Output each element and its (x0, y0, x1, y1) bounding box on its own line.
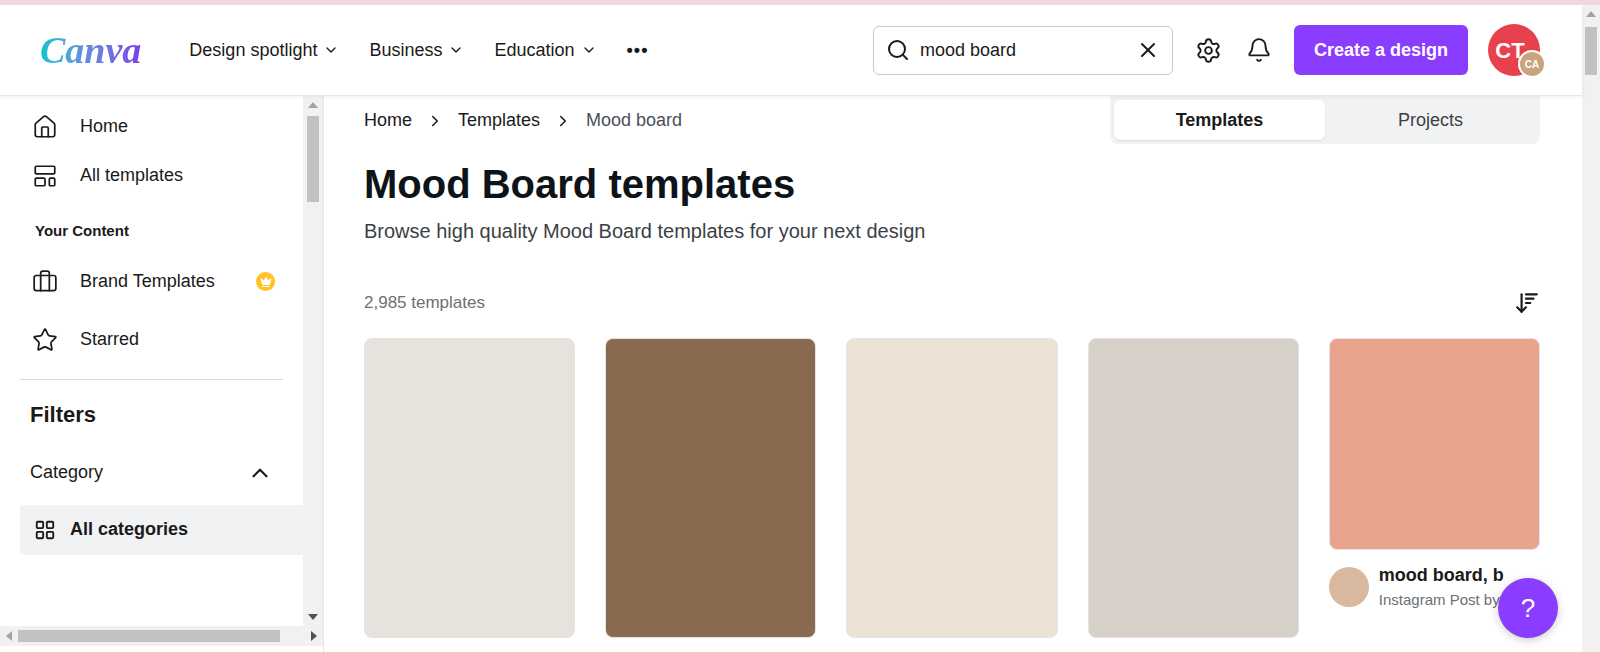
category-header[interactable]: Category (0, 451, 303, 495)
sidebar-item[interactable]: Starred (20, 311, 283, 369)
home-icon (32, 114, 58, 140)
page-scrollbar[interactable] (1582, 5, 1600, 652)
main-nav: Design spotlight Business Education ••• (189, 37, 648, 64)
help-button[interactable]: ? (1498, 578, 1558, 638)
team-badge: CA (1518, 50, 1546, 78)
template-card[interactable] (1088, 338, 1299, 638)
chevron-down-icon (448, 42, 464, 58)
author-avatar[interactable] (1329, 567, 1369, 607)
sidebar-item[interactable]: Brand Templates (20, 253, 283, 311)
view-tabs: TemplatesProjects (1110, 96, 1540, 144)
templates-icon (32, 163, 58, 189)
template-title[interactable]: mood board, b (1379, 562, 1504, 589)
divider (20, 379, 283, 380)
sidebar-content: HomeAll templatesYour ContentBrand Templ… (0, 96, 303, 626)
brand-icon (32, 269, 58, 295)
chevron-right-icon (426, 112, 444, 130)
template-preview[interactable] (846, 338, 1057, 638)
sidebar-item[interactable]: All templates (20, 151, 283, 200)
body: HomeAll templatesYour ContentBrand Templ… (0, 96, 1582, 652)
nav-item[interactable]: Business (369, 37, 464, 64)
sort-icon[interactable] (1514, 290, 1540, 316)
app: Canva Design spotlight Business Education ••… (0, 0, 1600, 652)
template-preview[interactable] (605, 338, 816, 638)
page: Canva Design spotlight Business Education ••… (0, 5, 1582, 652)
breadcrumb-item[interactable]: Home (364, 107, 412, 134)
template-card[interactable] (364, 338, 575, 638)
breadcrumb: Home Templates Mood board (364, 96, 682, 134)
template-preview[interactable] (1088, 338, 1299, 638)
grid-icon (34, 519, 56, 541)
clear-icon[interactable] (1136, 38, 1160, 62)
breadcrumb-item[interactable]: Templates (458, 107, 540, 134)
avatar[interactable]: CTCA (1488, 24, 1540, 76)
sidebar-item[interactable]: Home (20, 102, 283, 151)
section-heading: Your Content (0, 200, 303, 253)
top-bar: Canva Design spotlight Business Education ••… (0, 5, 1582, 96)
breadcrumb-item: Mood board (586, 107, 682, 134)
template-card[interactable]: mood board, bInstagram Post by (1329, 338, 1540, 612)
template-card[interactable] (605, 338, 816, 638)
nav-item[interactable]: Design spotlight (189, 37, 339, 64)
template-count: 2,985 templates (364, 290, 485, 316)
view-tab[interactable]: Projects (1325, 100, 1536, 140)
more-button[interactable]: ••• (627, 37, 649, 64)
star-icon (32, 327, 58, 353)
bell-icon[interactable] (1246, 37, 1272, 63)
template-preview[interactable] (364, 338, 575, 638)
template-preview[interactable] (1329, 338, 1540, 550)
nav-item[interactable]: Education (494, 37, 596, 64)
chevron-right-icon (554, 112, 572, 130)
canva-logo[interactable]: Canva (40, 31, 147, 69)
template-card[interactable] (846, 338, 1057, 638)
template-subtitle: Instagram Post by (1379, 589, 1504, 612)
category-option[interactable]: All categories (20, 505, 303, 555)
crown-icon (260, 276, 272, 288)
view-tab[interactable]: Templates (1114, 100, 1325, 140)
sidebar: HomeAll templatesYour ContentBrand Templ… (0, 96, 324, 652)
search-field[interactable]: mood board (873, 26, 1173, 75)
chevron-up-icon (247, 460, 273, 486)
filters-heading: Filters (0, 390, 303, 451)
template-grid: mood board, bInstagram Post by (364, 338, 1540, 638)
create-design-button[interactable]: Create a design (1294, 25, 1468, 75)
search-input[interactable]: mood board (920, 37, 1126, 64)
premium-badge (256, 272, 275, 291)
chevron-down-icon (581, 42, 597, 58)
chevron-down-icon (323, 42, 339, 58)
sidebar-scrollbar[interactable] (303, 96, 323, 626)
page-subtitle: Browse high quality Mood Board templates… (364, 216, 1540, 246)
main-content: HomeTemplatesMood boardTemplatesProjects… (324, 96, 1582, 652)
page-title: Mood Board templates (364, 160, 1540, 208)
search-icon (886, 38, 910, 62)
settings-icon[interactable] (1195, 37, 1222, 64)
horizontal-scrollbar[interactable] (0, 626, 323, 646)
